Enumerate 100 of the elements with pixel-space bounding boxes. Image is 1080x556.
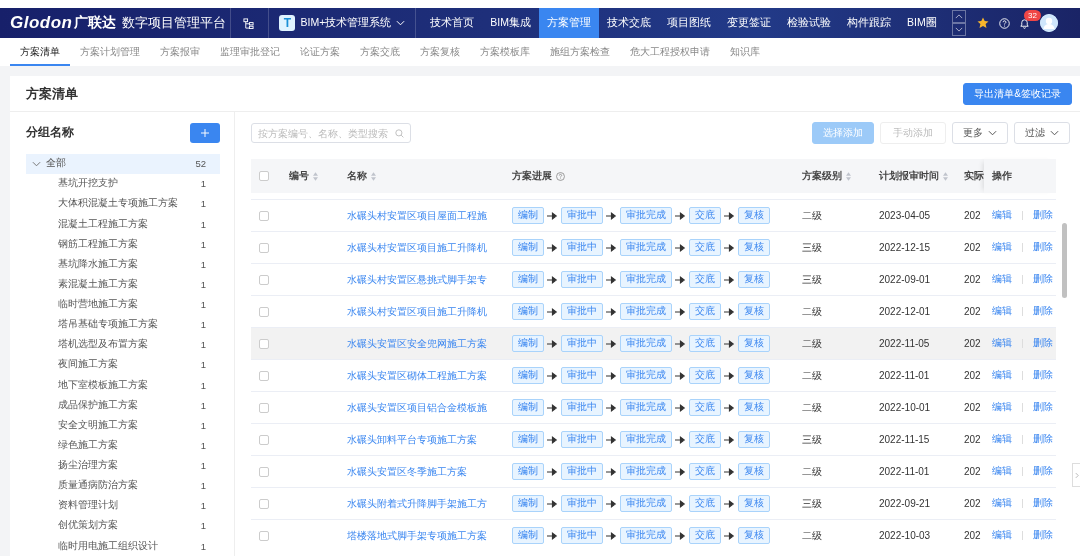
edit-link[interactable]: 编辑 bbox=[992, 433, 1012, 444]
edit-link[interactable]: 编辑 bbox=[992, 465, 1012, 476]
sub-tab[interactable]: 监理审批登记 bbox=[210, 38, 290, 66]
delete-link[interactable]: 删除 bbox=[1033, 529, 1053, 540]
delete-link[interactable]: 删除 bbox=[1033, 369, 1053, 380]
tree-item[interactable]: 创优策划方案 1 bbox=[26, 515, 220, 536]
nav-tab[interactable]: BIM圈 bbox=[898, 8, 945, 38]
tree-item[interactable]: 绿色施工方案 1 bbox=[26, 435, 220, 456]
tree-item[interactable]: 夜间施工方案 1 bbox=[26, 354, 220, 375]
expand-handle[interactable] bbox=[1072, 463, 1080, 487]
checkbox[interactable] bbox=[259, 466, 269, 477]
toolbar-button[interactable]: 过滤 bbox=[1014, 122, 1070, 144]
tree-item[interactable]: 全部 52 bbox=[26, 153, 220, 174]
sub-tab[interactable]: 方案模板库 bbox=[470, 38, 540, 66]
delete-link[interactable]: 删除 bbox=[1033, 305, 1053, 316]
tree-item[interactable]: 地下室模板施工方案 1 bbox=[26, 375, 220, 396]
nav-tab[interactable]: 变更签证 bbox=[718, 8, 779, 38]
plan-name-link[interactable]: 水碾头村安置区项目施工升降机 bbox=[347, 305, 487, 317]
edit-link[interactable]: 编辑 bbox=[992, 497, 1012, 508]
delete-link[interactable]: 删除 bbox=[1033, 337, 1053, 348]
org-chart-icon[interactable] bbox=[243, 17, 255, 29]
sub-tab[interactable]: 方案交底 bbox=[350, 38, 410, 66]
checkbox[interactable] bbox=[259, 171, 269, 181]
sub-tab[interactable]: 知识库 bbox=[720, 38, 770, 66]
system-dropdown[interactable]: BIM+技术管理系统 bbox=[300, 8, 392, 38]
delete-link[interactable]: 删除 bbox=[1033, 273, 1053, 284]
sort-icon[interactable] bbox=[846, 171, 851, 181]
tree-item[interactable]: 质量通病防治方案 1 bbox=[26, 475, 220, 496]
edit-link[interactable]: 编辑 bbox=[992, 369, 1012, 380]
plan-name-link[interactable]: 水碾头卸料平台专项施工方案 bbox=[347, 433, 477, 445]
edit-link[interactable]: 编辑 bbox=[992, 273, 1012, 284]
plan-name-link[interactable]: 水碾头附着式升降脚手架施工方 bbox=[347, 497, 487, 509]
plan-name-link[interactable]: 水碾头村安置区项目施工升降机 bbox=[347, 241, 487, 253]
export-button[interactable]: 导出清单&签收记录 bbox=[963, 82, 1072, 105]
checkbox[interactable] bbox=[259, 242, 269, 253]
tree-item[interactable]: 成品保护施工方案 1 bbox=[26, 395, 220, 416]
tree-item[interactable]: 塔吊基础专项施工方案 1 bbox=[26, 314, 220, 335]
chevron-down-icon[interactable] bbox=[32, 160, 41, 167]
plan-name-link[interactable]: 水碾头村安置区项目屋面工程施 bbox=[347, 209, 487, 221]
plan-name-link[interactable]: 塔楼落地式脚手架专项施工方案 bbox=[347, 529, 487, 541]
plan-name-link[interactable]: 水碾头安置区冬季施工方案 bbox=[347, 465, 467, 477]
checkbox[interactable] bbox=[259, 370, 269, 381]
scroll-up-button[interactable] bbox=[952, 10, 966, 23]
nav-tab[interactable]: 技术首页 bbox=[422, 8, 483, 38]
sub-tab[interactable]: 方案复核 bbox=[410, 38, 470, 66]
tree-item[interactable]: 钢筋工程施工方案 1 bbox=[26, 234, 220, 255]
checkbox[interactable] bbox=[259, 530, 269, 541]
tree-item[interactable]: 塔机选型及布置方案 1 bbox=[26, 334, 220, 355]
tree-item[interactable]: 临时营地施工方案 1 bbox=[26, 294, 220, 315]
checkbox[interactable] bbox=[259, 274, 269, 285]
tree-item[interactable]: 大体积混凝土专项施工方案 1 bbox=[26, 193, 220, 214]
avatar[interactable] bbox=[1040, 14, 1058, 32]
sort-icon[interactable] bbox=[943, 171, 948, 181]
tree-item[interactable]: 扬尘治理方案 1 bbox=[26, 455, 220, 476]
scroll-down-button[interactable] bbox=[952, 23, 966, 36]
delete-link[interactable]: 删除 bbox=[1033, 209, 1053, 220]
tree-item[interactable]: 素混凝土施工方案 1 bbox=[26, 274, 220, 295]
checkbox[interactable] bbox=[259, 210, 269, 221]
tree-item[interactable]: 基坑降水施工方案 1 bbox=[26, 254, 220, 275]
sort-icon[interactable] bbox=[371, 171, 376, 181]
plan-name-link[interactable]: 水碾头村安置区悬挑式脚手架专 bbox=[347, 273, 487, 285]
checkbox[interactable] bbox=[259, 402, 269, 413]
tree-item[interactable]: 混凝土工程施工方案 1 bbox=[26, 214, 220, 235]
search-icon[interactable] bbox=[395, 128, 404, 138]
edit-link[interactable]: 编辑 bbox=[992, 305, 1012, 316]
sub-tab[interactable]: 方案报审 bbox=[150, 38, 210, 66]
nav-tab[interactable]: 方案管理 bbox=[538, 8, 599, 38]
nav-tab[interactable]: BIM集成 bbox=[482, 8, 539, 38]
toolbar-button[interactable]: 更多 bbox=[952, 122, 1008, 144]
edit-link[interactable]: 编辑 bbox=[992, 529, 1012, 540]
sub-tab[interactable]: 方案计划管理 bbox=[70, 38, 150, 66]
plan-name-link[interactable]: 水碾头安置区砌体工程施工方案 bbox=[347, 369, 487, 381]
delete-link[interactable]: 删除 bbox=[1033, 241, 1053, 252]
delete-link[interactable]: 删除 bbox=[1033, 497, 1053, 508]
checkbox[interactable] bbox=[259, 498, 269, 509]
add-button[interactable] bbox=[190, 122, 220, 143]
bell-icon[interactable] bbox=[1019, 17, 1030, 29]
edit-link[interactable]: 编辑 bbox=[992, 337, 1012, 348]
tree-item[interactable]: 基坑开挖支护 1 bbox=[26, 173, 220, 194]
nav-tab[interactable]: 项目图纸 bbox=[658, 8, 719, 38]
delete-link[interactable]: 删除 bbox=[1033, 465, 1053, 476]
edit-link[interactable]: 编辑 bbox=[992, 241, 1012, 252]
nav-tab[interactable]: 构件跟踪 bbox=[838, 8, 899, 38]
plan-name-link[interactable]: 水碾头安置区项目铝合金模板施 bbox=[347, 401, 487, 413]
nav-tab[interactable]: 技术交底 bbox=[598, 8, 659, 38]
tree-item[interactable]: 安全文明施工方案 1 bbox=[26, 415, 220, 436]
tree-item[interactable]: 临时用电施工组织设计 1 bbox=[26, 536, 220, 556]
sub-tab[interactable]: 危大工程授权申请 bbox=[620, 38, 720, 66]
plan-name-link[interactable]: 水碾头安置区安全兜网施工方案 bbox=[347, 337, 487, 349]
delete-link[interactable]: 删除 bbox=[1033, 401, 1053, 412]
sort-icon[interactable] bbox=[313, 171, 318, 181]
checkbox[interactable] bbox=[259, 306, 269, 317]
sub-tab[interactable]: 施组方案检查 bbox=[540, 38, 620, 66]
checkbox[interactable] bbox=[259, 434, 269, 445]
edit-link[interactable]: 编辑 bbox=[992, 209, 1012, 220]
edit-link[interactable]: 编辑 bbox=[992, 401, 1012, 412]
sub-tab[interactable]: 方案清单 bbox=[10, 38, 70, 66]
tree-item[interactable]: 资料管理计划 1 bbox=[26, 495, 220, 516]
sub-tab[interactable]: 论证方案 bbox=[290, 38, 350, 66]
star-icon[interactable] bbox=[977, 17, 989, 29]
